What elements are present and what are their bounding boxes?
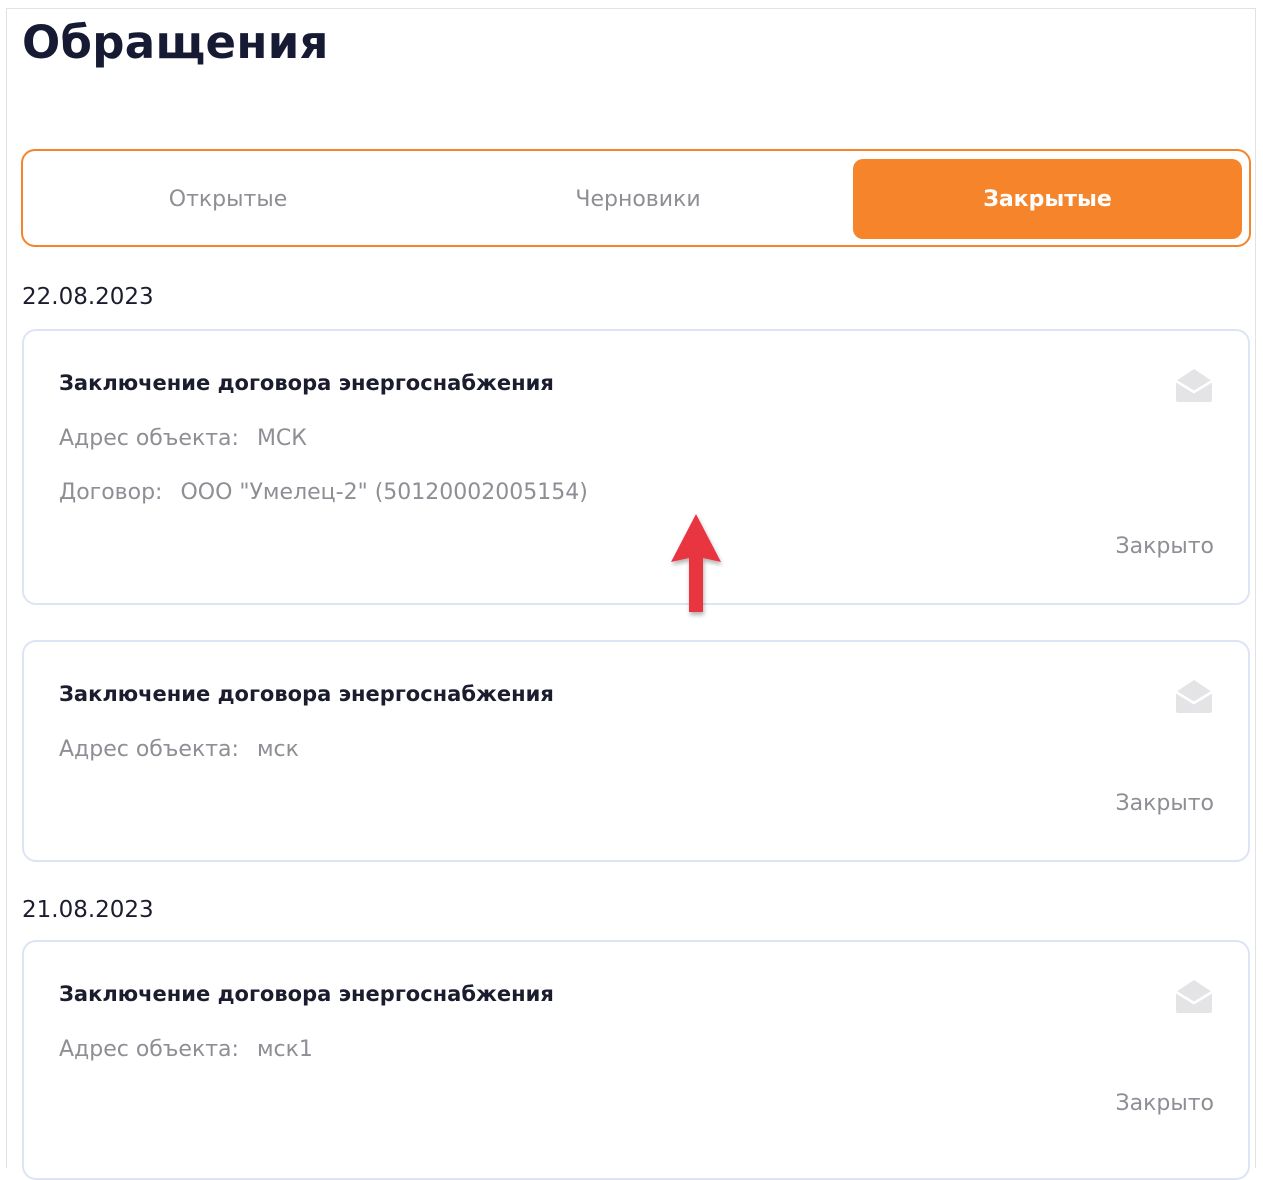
tab-open[interactable]: Открытые [33, 159, 423, 239]
contract-label: Договор: [59, 480, 163, 505]
request-card[interactable]: Заключение договора энергоснабжения Адре… [22, 940, 1250, 1180]
envelope-open-icon [1175, 369, 1213, 402]
address-row: Адрес объекта: мск [59, 737, 299, 762]
contract-row: Договор: ООО "Умелец-2" (50120002005154) [59, 480, 588, 505]
status-text: Закрыто [1115, 534, 1214, 559]
request-card[interactable]: Заключение договора энергоснабжения Адре… [22, 640, 1250, 862]
address-row: Адрес объекта: мск1 [59, 1037, 313, 1062]
address-label: Адрес объекта: [59, 426, 239, 451]
envelope-open-icon [1175, 980, 1213, 1013]
date-heading: 22.08.2023 [22, 284, 154, 310]
status-text: Закрыто [1115, 791, 1214, 816]
address-row: Адрес объекта: МСК [59, 426, 307, 451]
status-text: Закрыто [1115, 1091, 1214, 1116]
tab-closed[interactable]: Закрытые [853, 159, 1242, 239]
envelope-open-icon [1175, 680, 1213, 713]
address-label: Адрес объекта: [59, 1037, 239, 1062]
status-tabs: Открытые Черновики Закрытые [21, 149, 1251, 247]
page-title: Обращения [22, 16, 329, 69]
request-title: Заключение договора энергоснабжения [59, 982, 554, 1006]
contract-value: ООО "Умелец-2" (50120002005154) [180, 480, 588, 505]
request-title: Заключение договора энергоснабжения [59, 682, 554, 706]
address-value: мск [256, 737, 299, 762]
request-card[interactable]: Заключение договора энергоснабжения Адре… [22, 329, 1250, 605]
red-arrow-up-icon [671, 514, 721, 612]
tab-drafts[interactable]: Черновики [443, 159, 833, 239]
request-title: Заключение договора энергоснабжения [59, 371, 554, 395]
address-label: Адрес объекта: [59, 737, 239, 762]
address-value: мск1 [256, 1037, 313, 1062]
address-value: МСК [256, 426, 307, 451]
date-heading: 21.08.2023 [22, 897, 154, 923]
